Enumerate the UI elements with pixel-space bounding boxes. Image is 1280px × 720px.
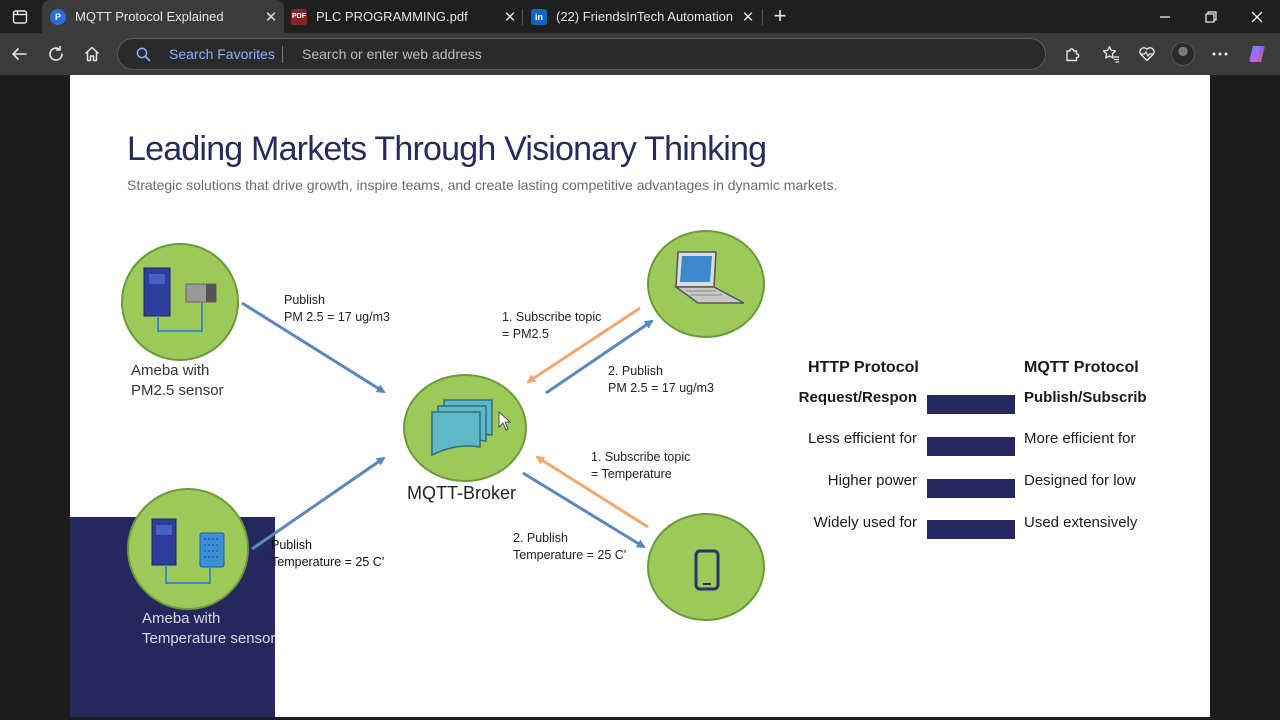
more-dots-icon bbox=[1212, 52, 1228, 56]
mqtt-row-4: Used extensively bbox=[1024, 514, 1138, 531]
temperature-device-label: Ameba with Temperature sensor bbox=[142, 610, 276, 647]
address-divider bbox=[282, 46, 283, 63]
close-icon[interactable]: ✕ bbox=[497, 8, 523, 26]
avatar bbox=[1171, 42, 1195, 66]
comparison-bar bbox=[927, 520, 1015, 539]
mqtt-broker-label: MQTT-Broker bbox=[407, 483, 517, 503]
page-content: Leading Markets Through Visionary Thinki… bbox=[0, 75, 1280, 720]
temperature-sensor-node bbox=[127, 488, 249, 610]
restore-button[interactable] bbox=[1188, 0, 1234, 33]
star-list-icon bbox=[1102, 45, 1119, 63]
address-bar[interactable]: Search Favorites bbox=[117, 38, 1046, 70]
heart-pulse-icon bbox=[1139, 47, 1155, 62]
pm25-sensor-node bbox=[121, 243, 239, 361]
home-icon bbox=[84, 46, 100, 62]
comparison-bar bbox=[927, 395, 1015, 414]
phone-subscriber-node bbox=[647, 513, 765, 621]
tab-mqtt-protocol[interactable]: P MQTT Protocol Explained ✕ bbox=[42, 0, 284, 33]
tab-bar: P MQTT Protocol Explained ✕ PDF PLC PROG… bbox=[0, 0, 1280, 33]
tab-actions-icon[interactable] bbox=[4, 1, 36, 33]
tab-title: (22) FriendsInTech Automation | L bbox=[556, 9, 735, 24]
http-protocol-header: HTTP Protocol bbox=[808, 359, 919, 376]
tab-friendsintech[interactable]: in (22) FriendsInTech Automation | L ✕ bbox=[523, 0, 761, 33]
linkedin-icon: in bbox=[531, 8, 547, 25]
presentation-slide: Leading Markets Through Visionary Thinki… bbox=[70, 75, 1210, 717]
settings-more-button[interactable] bbox=[1204, 38, 1236, 70]
http-row-3: Higher power bbox=[827, 472, 917, 489]
pm25-device-label: Ameba with PM2.5 sensor bbox=[131, 362, 224, 399]
pdf-icon: PDF bbox=[291, 8, 307, 25]
laptop-subscriber-node bbox=[647, 230, 765, 338]
mqtt-row-2: More efficient for bbox=[1024, 430, 1136, 447]
subscribe-temp-label: 1. Subscribe topic = Temperature bbox=[591, 450, 691, 481]
close-icon[interactable]: ✕ bbox=[258, 8, 284, 26]
forward-temp-label: 2. Publish Temperature = 25 C' bbox=[513, 531, 627, 562]
search-favorites-button[interactable]: Search Favorites bbox=[169, 46, 275, 62]
comparison-bar bbox=[927, 479, 1015, 498]
refresh-button[interactable] bbox=[40, 38, 72, 70]
http-row-4: Widely used for bbox=[813, 514, 917, 531]
close-window-button[interactable] bbox=[1234, 0, 1280, 33]
back-arrow-icon bbox=[12, 48, 27, 60]
subscribe-pm25-label: 1. Subscribe topic = PM2.5 bbox=[502, 310, 602, 341]
home-button[interactable] bbox=[76, 38, 108, 70]
mqtt-row-1: Publish/Subscrib bbox=[1024, 389, 1147, 406]
tab-title: PLC PROGRAMMING.pdf bbox=[316, 9, 468, 24]
publish-temp-label: Publish Temperature = 25 C' bbox=[271, 538, 385, 569]
browser-essentials-button[interactable] bbox=[1131, 38, 1163, 70]
copilot-button[interactable] bbox=[1242, 38, 1274, 70]
http-row-1: Request/Respon bbox=[798, 389, 917, 406]
back-button[interactable] bbox=[3, 38, 35, 70]
search-icon bbox=[136, 47, 151, 62]
minimize-button[interactable] bbox=[1142, 0, 1188, 33]
forward-pm25-label: 2. Publish PM 2.5 = 17 ug/m3 bbox=[608, 364, 714, 395]
close-icon bbox=[1251, 11, 1263, 22]
restore-icon bbox=[1205, 10, 1217, 23]
tab-plc-programming[interactable]: PDF PLC PROGRAMMING.pdf ✕ bbox=[283, 0, 523, 33]
perplexity-icon: P bbox=[50, 8, 66, 25]
minimize-icon bbox=[1160, 15, 1170, 18]
close-icon[interactable]: ✕ bbox=[735, 8, 761, 26]
url-input[interactable] bbox=[302, 41, 902, 67]
toolbar: Search Favorites bbox=[0, 33, 1280, 75]
favorites-button[interactable] bbox=[1095, 38, 1127, 70]
comparison-bar bbox=[927, 437, 1015, 456]
new-tab-button[interactable]: + bbox=[764, 0, 796, 32]
mqtt-row-3: Designed for low bbox=[1024, 472, 1136, 489]
mqtt-protocol-header: MQTT Protocol bbox=[1024, 359, 1139, 376]
publish-pm25-label: Publish PM 2.5 = 17 ug/m3 bbox=[284, 293, 390, 324]
copilot-icon bbox=[1249, 46, 1265, 62]
profile-button[interactable] bbox=[1167, 38, 1199, 70]
http-row-2: Less efficient for bbox=[808, 430, 917, 447]
puzzle-icon bbox=[1065, 47, 1079, 61]
tab-title: MQTT Protocol Explained bbox=[75, 9, 224, 24]
refresh-icon bbox=[49, 45, 63, 61]
extensions-button[interactable] bbox=[1056, 38, 1088, 70]
publish-temp-arrow bbox=[251, 456, 386, 551]
mqtt-broker-node bbox=[403, 374, 527, 482]
tab-separator bbox=[762, 9, 763, 25]
